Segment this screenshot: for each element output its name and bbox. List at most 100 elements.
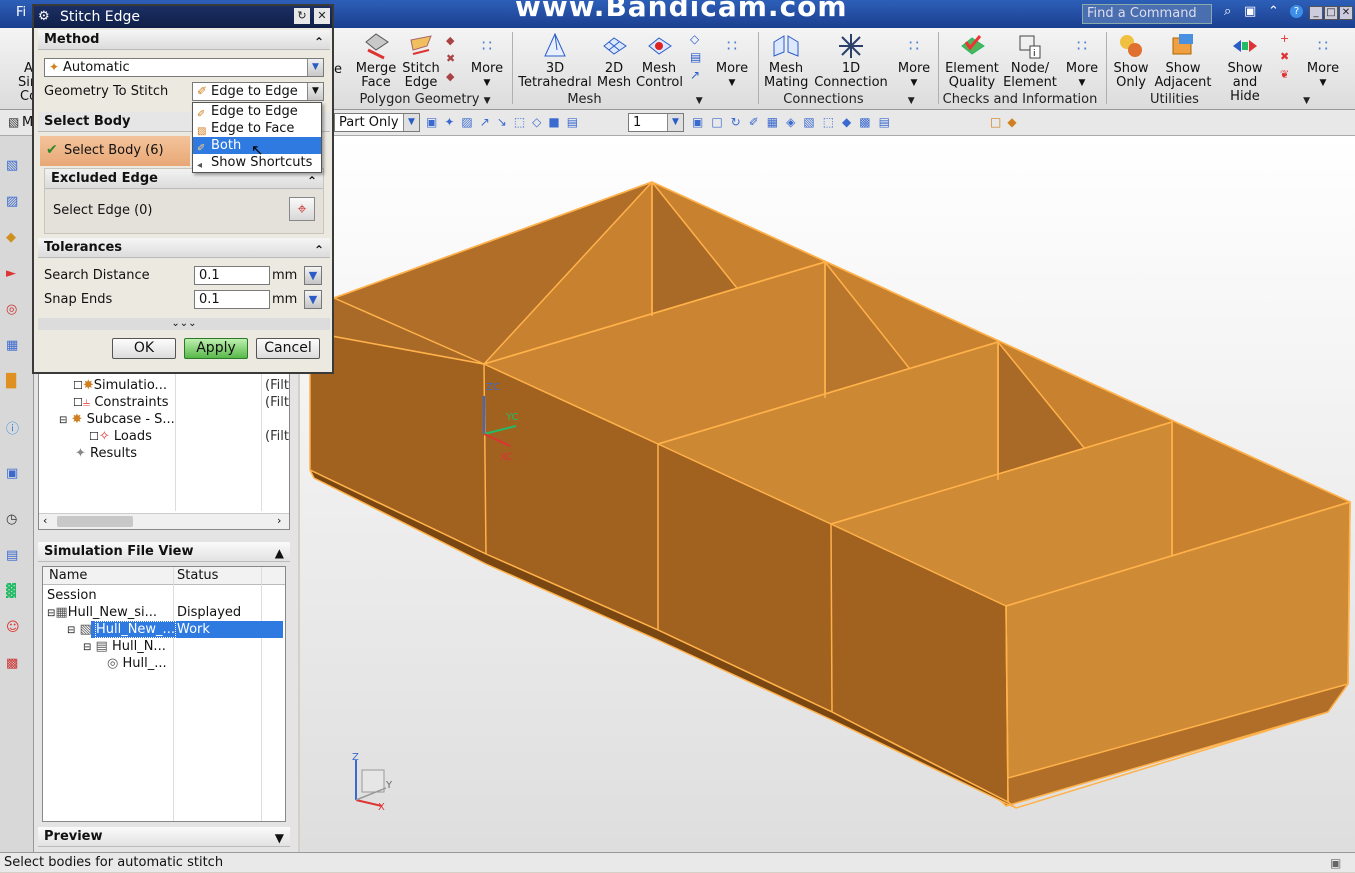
apply-button[interactable]: Apply — [184, 338, 248, 359]
reset-icon[interactable]: ↻ — [294, 8, 310, 24]
mesh-mating-button[interactable]: Mesh Mating — [764, 32, 808, 90]
close-window-button[interactable]: ✕ — [1339, 6, 1353, 20]
selection-tool-icons[interactable]: ▣✦▨↗↘⬚◇■▤ — [426, 115, 616, 129]
dialog-title-bar[interactable]: ⚙ Stitch Edge ↻ ✕ — [34, 6, 332, 28]
history-icon[interactable]: ◷ — [6, 512, 28, 534]
2d-mesh-button[interactable]: 2D Mesh — [594, 32, 634, 90]
select-body-row[interactable]: ✔ Select Body (6) — [40, 136, 190, 166]
chevron-left-icon[interactable]: ‹ — [43, 514, 47, 527]
web-browser-icon[interactable]: █ — [6, 374, 28, 396]
tree-item-loads[interactable]: ☐✧ Loads — [89, 428, 152, 445]
chevron-down-icon[interactable]: ▼ — [275, 828, 284, 848]
info-icon[interactable]: ⓘ — [6, 418, 28, 440]
table-cell-status: Work — [177, 622, 210, 637]
table-row[interactable]: Session — [47, 587, 97, 604]
toolbar-partial-icon[interactable]: ▧ — [8, 115, 19, 129]
snap-ends-input[interactable]: 0.1 — [194, 290, 270, 309]
3d-tetrahedral-button[interactable]: 3D Tetrahedral — [518, 32, 592, 90]
search-distance-menu-icon[interactable]: ▼ — [304, 266, 322, 285]
system-materials-icon[interactable]: ▣ — [6, 466, 28, 488]
hd3d-tools-icon[interactable]: ▦ — [6, 338, 28, 360]
tree-item-filter: (Filt — [265, 429, 289, 444]
geometry-to-stitch-label: Geometry To Stitch — [44, 84, 169, 99]
table-row[interactable]: ⊟ ▧ Hull_New_... — [67, 621, 176, 638]
tree-item-simulation[interactable]: ☐✸Simulatio... — [73, 377, 167, 394]
polygon-small-icons[interactable]: ◆ ✖ ◆ — [446, 32, 460, 88]
ok-button[interactable]: OK — [112, 338, 176, 359]
part-navigator-icon[interactable]: ▨ — [6, 194, 28, 216]
close-icon[interactable]: ✕ — [314, 8, 330, 24]
chevron-up-icon[interactable]: ⌃ — [1268, 4, 1279, 19]
minimize-button[interactable]: _ — [1309, 6, 1323, 20]
chevron-up-icon[interactable]: ▲ — [275, 543, 284, 563]
option-edge-to-face[interactable]: ▧ Edge to Face — [193, 120, 321, 137]
checks-more-button[interactable]: ∷ More ▼ — [1062, 32, 1102, 90]
chevron-up-icon[interactable]: ⌃ — [314, 32, 324, 52]
preview-header[interactable]: Preview ▼ — [38, 827, 290, 847]
tree-item-subcase[interactable]: ⊟ ✸ Subcase - S... — [59, 411, 175, 428]
1d-connection-button[interactable]: 1D Connection — [812, 32, 890, 90]
hull-model[interactable] — [300, 136, 1355, 852]
window-list-icon[interactable]: ▣ — [1244, 4, 1256, 19]
tree-item-results[interactable]: ✦ Results — [75, 445, 137, 462]
grid-icon: ∷ — [726, 36, 738, 55]
restore-button[interactable]: □ — [1324, 6, 1338, 20]
mesh-control-button[interactable]: Mesh Control — [636, 32, 683, 90]
crosshair-icon[interactable]: ⌖ — [289, 197, 315, 221]
reuse-library-icon[interactable]: ◎ — [6, 302, 28, 324]
show-adjacent-button[interactable]: Show Adjacent — [1152, 32, 1214, 90]
gear-icon[interactable]: ⚙ — [38, 6, 50, 28]
tree-item-constraints[interactable]: ☐⫨ Constraints — [73, 394, 169, 411]
roles-icon[interactable]: ▓ — [6, 584, 28, 606]
type-filter-select[interactable]: Part Only ▼ — [334, 113, 420, 132]
help-icon[interactable]: ? — [1290, 5, 1303, 18]
table-row[interactable]: ⊟ ▤ Hull_N... — [83, 638, 166, 655]
col-name[interactable]: Name — [49, 568, 87, 583]
assembly-navigator-icon[interactable]: ▧ — [6, 158, 28, 180]
constraint-navigator-icon[interactable]: ► — [6, 266, 28, 288]
sim-file-view-header[interactable]: Simulation File View ▲ — [38, 542, 290, 562]
process-studio-icon[interactable]: ▤ — [6, 548, 28, 570]
method-type-select[interactable]: ✦ Automatic ▼ — [44, 58, 324, 77]
search-icon[interactable]: ⌕ — [1224, 4, 1231, 19]
mesh-more-button[interactable]: ∷ More ▼ — [712, 32, 752, 90]
status-icon[interactable]: ▣ — [1330, 853, 1341, 873]
scrollbar-thumb[interactable] — [57, 516, 133, 527]
horizontal-scrollbar[interactable]: ‹ › — [39, 513, 289, 529]
stitch-edge-button[interactable]: Stitch Edge — [400, 32, 442, 90]
element-quality-button[interactable]: Element Quality — [944, 32, 1000, 90]
tolerances-section-header[interactable]: Tolerances ⌃ — [38, 238, 330, 258]
cancel-button[interactable]: Cancel — [256, 338, 320, 359]
menu-file[interactable]: Fi — [16, 5, 26, 20]
option-edge-to-edge[interactable]: ✐ Edge to Edge — [193, 103, 321, 120]
chevron-right-icon[interactable]: › — [277, 514, 281, 527]
ribbon-separator — [758, 32, 759, 104]
merge-face-button[interactable]: Merge Face — [354, 32, 398, 90]
col-status[interactable]: Status — [177, 568, 218, 583]
chevron-up-icon[interactable]: ⌃ — [314, 240, 324, 260]
method-section-header[interactable]: Method ⌃ — [38, 30, 330, 50]
more-options-chevron-icon[interactable]: ⌄⌄⌄ — [38, 318, 330, 330]
find-command-input[interactable]: Find a Command — [1082, 4, 1212, 24]
mesh-small-icons[interactable]: ◇ ▤ ↗ — [690, 30, 704, 86]
tool-icons[interactable]: □◆ — [990, 115, 1030, 129]
utilities-small-icons[interactable]: + ✖ ❦ — [1280, 30, 1294, 86]
search-distance-input[interactable]: 0.1 — [194, 266, 270, 285]
geometry-to-stitch-select[interactable]: ✐ Edge to Edge ▼ — [192, 82, 324, 101]
palette-icon[interactable]: ▩ — [6, 656, 28, 678]
connections-more-button[interactable]: ∷ More ▼ — [894, 32, 934, 90]
chevron-up-icon[interactable]: ⌃ — [307, 171, 317, 191]
simulation-navigator-icon[interactable]: ◆ — [6, 230, 28, 252]
node-element-button[interactable]: i Node/Element — [1002, 32, 1058, 90]
people-icon[interactable]: ☺ — [6, 620, 28, 642]
graphics-window[interactable]: ZC YC XC Z Y X — [300, 136, 1355, 852]
table-row[interactable]: ◎ Hull_... — [107, 655, 167, 672]
table-row[interactable]: ⊟▦Hull_New_si... — [47, 604, 157, 621]
polygon-more-button[interactable]: ∷ More ▼ — [468, 32, 506, 90]
utilities-more-button[interactable]: ∷ More ▼ — [1302, 32, 1344, 90]
snap-ends-menu-icon[interactable]: ▼ — [304, 290, 322, 309]
view-tool-icons[interactable]: ▣□↻✐▦◈▧⬚◆▩▤ — [692, 115, 982, 129]
mesh-mating-icon — [771, 32, 801, 60]
layer-select[interactable]: 1 ▼ — [628, 113, 684, 132]
show-only-button[interactable]: Show Only — [1110, 32, 1152, 90]
